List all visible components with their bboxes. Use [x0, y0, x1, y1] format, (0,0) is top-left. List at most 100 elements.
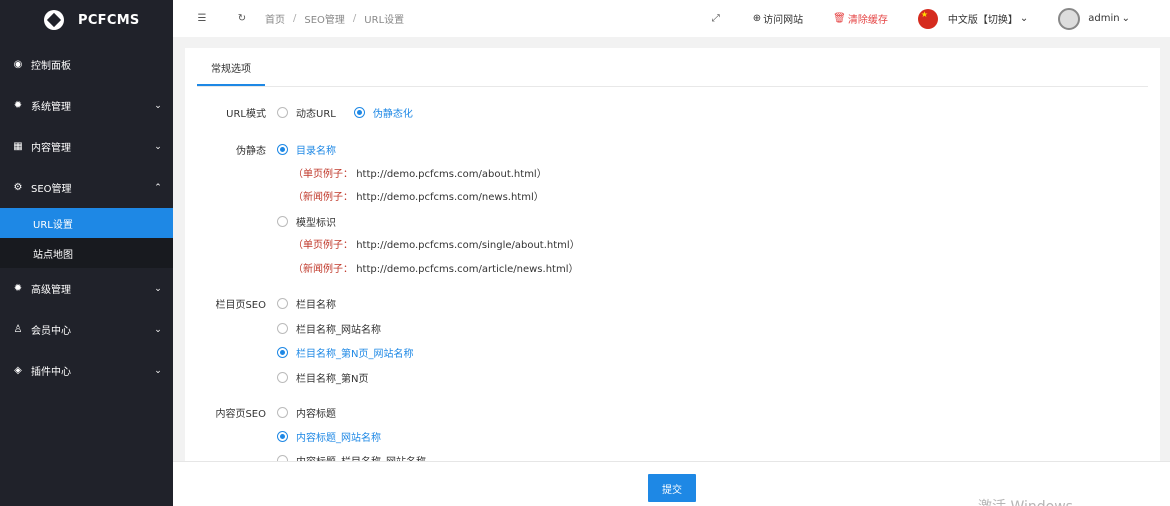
radio-label: 内容标题_栏目名称_网站名称 — [296, 453, 426, 461]
example-tag: （单页例子： — [293, 169, 353, 180]
content-seo-row: 内容标题_栏目名称_网站名称 — [185, 453, 444, 461]
radio-icon — [277, 216, 288, 227]
breadcrumb: 首页 / SEO管理 / URL设置 — [265, 11, 404, 26]
radio-label: 模型标识 — [296, 218, 336, 229]
windows-activation-watermark: 激活 Windows — [978, 496, 1073, 506]
sidebar-item-label: 高级管理 — [31, 285, 71, 296]
example-line: （单页例子： http://demo.pcfcms.com/about.html… — [293, 165, 547, 180]
sidebar-item-system[interactable]: ✹ 系统管理 ⌄ — [0, 85, 173, 126]
clear-cache-label: 清除缓存 — [847, 15, 888, 26]
language-switch[interactable]: 中文版【切换】 ⌄ — [917, 8, 1029, 29]
example-line: （新闻例子： http://demo.pcfcms.com/article/ne… — [293, 260, 578, 275]
radio-checked-icon — [277, 431, 288, 442]
radio-label: 伪静态化 — [372, 109, 413, 120]
sidebar-item-advanced[interactable]: ✹ 高级管理 ⌄ — [0, 268, 173, 309]
radio-label: 栏目名称_网站名称 — [296, 325, 381, 336]
url-mode-label: URL模式 — [226, 109, 266, 120]
column-seo-row: 栏目名称_第N页 — [185, 370, 386, 385]
gear-icon: ✹ — [13, 283, 23, 294]
url-mode-row: URL模式 动态URL 伪静态化 — [185, 105, 431, 120]
sidebar-item-content[interactable]: ▦ 内容管理 ⌄ — [0, 126, 173, 167]
logo[interactable]: PCFCMS — [0, 0, 173, 40]
url-mode-pseudo-radio[interactable]: 伪静态化 — [353, 105, 413, 120]
app-name: PCFCMS — [78, 12, 140, 28]
chevron-down-icon: ⌄ — [1019, 13, 1029, 24]
breadcrumb-home[interactable]: 首页 — [265, 11, 285, 26]
content-seo-option-radio[interactable]: 内容标题 — [277, 405, 336, 420]
avatar — [1058, 7, 1081, 30]
gear-icon: ✹ — [13, 100, 23, 111]
chevron-down-icon: ⌄ — [154, 141, 162, 152]
chevron-down-icon: ⌄ — [154, 283, 162, 294]
example-tag: （单页例子： — [293, 240, 353, 251]
logo-icon — [44, 10, 64, 30]
visit-site-link[interactable]: ⊕ 访问网站 — [753, 11, 803, 26]
example-line: （新闻例子： http://demo.pcfcms.com/news.html） — [293, 188, 544, 203]
radio-checked-icon — [277, 144, 288, 155]
radio-label: 目录名称 — [296, 146, 336, 157]
example-line: （单页例子： http://demo.pcfcms.com/single/abo… — [293, 236, 580, 251]
radio-label: 栏目名称 — [296, 300, 336, 311]
content-seo-row: 内容页SEO 内容标题 — [185, 405, 354, 420]
radio-icon — [277, 298, 288, 309]
column-seo-row: 栏目页SEO 栏目名称 — [185, 296, 354, 311]
cog-icon: ⚙ — [13, 182, 23, 193]
radio-icon — [277, 323, 288, 334]
sidebar-item-label: SEO管理 — [31, 184, 72, 195]
clear-cache-link[interactable]: 🗑 清除缓存 — [833, 11, 888, 26]
menu-toggle-icon[interactable]: ☰ — [195, 12, 209, 26]
sidebar-subitem-url-settings[interactable]: URL设置 — [0, 208, 173, 238]
radio-icon — [277, 407, 288, 418]
breadcrumb-separator: / — [352, 13, 357, 24]
breadcrumb-seo[interactable]: SEO管理 — [304, 11, 345, 26]
pseudo-static-row: 伪静态 目录名称 — [185, 142, 354, 157]
tab-general[interactable]: 常规选项 — [197, 60, 265, 86]
user-menu[interactable]: admin ⌄ — [1058, 7, 1130, 30]
radio-label: 内容标题 — [296, 409, 336, 420]
breadcrumb-separator: / — [293, 13, 297, 24]
example-url: http://demo.pcfcms.com/article/news.html… — [356, 264, 579, 275]
globe-icon: ⊕ — [752, 13, 762, 24]
column-seo-row: 栏目名称_第N页_网站名称 — [185, 345, 431, 360]
sidebar-item-dashboard[interactable]: ◉ 控制面板 — [0, 44, 173, 85]
username: admin — [1088, 13, 1120, 24]
column-seo-option-radio[interactable]: 栏目名称_网站名称 — [277, 321, 381, 336]
fullscreen-icon[interactable]: ⤢ — [709, 12, 723, 26]
radio-icon — [277, 107, 288, 118]
radio-label: 内容标题_网站名称 — [296, 433, 381, 444]
column-seo-label: 栏目页SEO — [215, 300, 266, 311]
sidebar-item-label: 系统管理 — [31, 102, 71, 113]
submit-button[interactable]: 提交 — [648, 474, 696, 502]
radio-checked-icon — [277, 347, 288, 358]
content-seo-label: 内容页SEO — [215, 409, 266, 420]
column-seo-option-radio[interactable]: 栏目名称_第N页 — [277, 370, 368, 385]
user-icon: ♙ — [13, 324, 23, 335]
url-mode-dynamic-radio[interactable]: 动态URL — [277, 105, 336, 120]
example-tag: （新闻例子： — [293, 264, 353, 275]
example-url: http://demo.pcfcms.com/news.html） — [356, 192, 544, 203]
pseudo-model-row: 模型标识 — [185, 214, 354, 229]
breadcrumb-current: URL设置 — [364, 15, 405, 26]
top-bar-actions: ⤢ ⊕ 访问网站 🗑 清除缓存 中文版【切换】 ⌄ admin ⌄ — [709, 7, 1170, 30]
sidebar-item-label: 控制面板 — [31, 61, 71, 72]
pseudo-dir-name-radio[interactable]: 目录名称 — [277, 142, 336, 157]
example-tag: （新闻例子： — [293, 192, 353, 203]
example-url: http://demo.pcfcms.com/single/about.html… — [356, 240, 580, 251]
sidebar-item-plugins[interactable]: ◈ 插件中心 ⌄ — [0, 350, 173, 391]
column-seo-option-radio[interactable]: 栏目名称_第N页_网站名称 — [277, 345, 413, 360]
dashboard-icon: ◉ — [13, 59, 23, 70]
sidebar-subitem-sitemap[interactable]: 站点地图 — [0, 238, 173, 268]
content-seo-option-radio[interactable]: 内容标题_栏目名称_网站名称 — [277, 453, 426, 461]
content-seo-row: 内容标题_网站名称 — [185, 429, 399, 444]
sidebar-item-seo[interactable]: ⚙ SEO管理 ⌃ — [0, 167, 173, 208]
pseudo-model-id-radio[interactable]: 模型标识 — [277, 214, 336, 229]
language-label: 中文版【切换】 — [947, 15, 1018, 26]
refresh-icon[interactable]: ↻ — [235, 12, 249, 26]
content-seo-option-radio[interactable]: 内容标题_网站名称 — [277, 429, 381, 444]
sidebar-item-members[interactable]: ♙ 会员中心 ⌄ — [0, 309, 173, 350]
chevron-down-icon: ⌄ — [154, 324, 162, 335]
column-seo-option-radio[interactable]: 栏目名称 — [277, 296, 336, 311]
chevron-down-icon: ⌄ — [154, 100, 162, 111]
sidebar-item-label: 插件中心 — [31, 367, 71, 378]
column-seo-row: 栏目名称_网站名称 — [185, 321, 399, 336]
